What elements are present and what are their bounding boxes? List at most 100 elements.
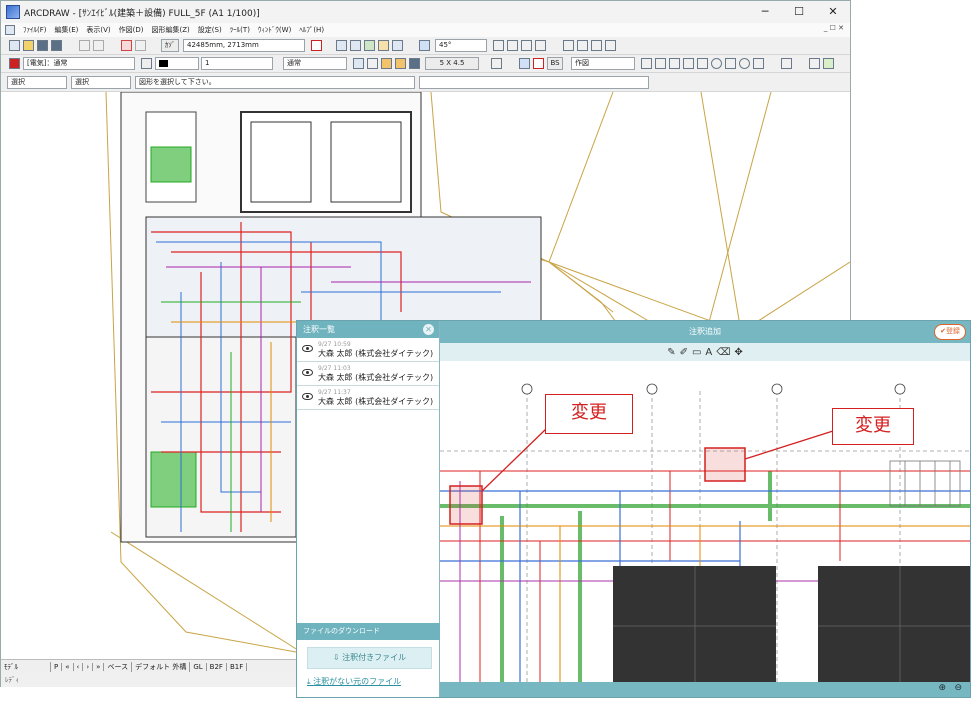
open-folder-icon[interactable] — [23, 40, 34, 51]
save-icon[interactable] — [37, 40, 48, 51]
layer-select[interactable]: [電気]：通常 — [23, 57, 135, 70]
text-style-icon[interactable] — [367, 58, 378, 69]
layout-icon[interactable] — [350, 40, 361, 51]
pencil-icon[interactable]: ✎ — [667, 347, 675, 358]
intersect-icon[interactable] — [493, 40, 504, 51]
eye-icon[interactable] — [302, 369, 313, 376]
annotation-list-item[interactable]: 9/27 10:59 大森 太郎 (株式会社ダイテック) — [297, 338, 439, 362]
bs-button[interactable]: BS — [547, 57, 563, 70]
rectangle-icon[interactable]: ▭ — [692, 347, 701, 358]
annotation-drawing-canvas[interactable]: 変更 変更 — [440, 361, 970, 682]
register-button[interactable]: ✔登録 — [934, 324, 966, 340]
menu-draw[interactable]: 作図(D) — [119, 25, 144, 35]
tab-nav-next[interactable]: › — [83, 662, 94, 671]
annotation-label-2[interactable]: 変更 — [832, 408, 914, 445]
mode-select[interactable]: 作図 — [571, 57, 635, 70]
angle-snap-icon[interactable] — [419, 40, 430, 51]
perpendicular-icon[interactable] — [507, 40, 518, 51]
doc-icon[interactable] — [5, 25, 15, 35]
maximize-button[interactable]: ☐ — [782, 1, 816, 23]
menu-shape-edit[interactable]: 図形編集(Z) — [152, 25, 190, 35]
redo-icon[interactable] — [93, 40, 104, 51]
move-icon[interactable]: ✥ — [734, 347, 742, 358]
insert-icon[interactable] — [519, 58, 530, 69]
zoom-in-icon[interactable]: ⊕ — [938, 683, 946, 693]
change-region-2[interactable] — [704, 447, 746, 482]
symbol-tool-icon[interactable] — [809, 58, 820, 69]
print-icon[interactable] — [491, 58, 502, 69]
delete-icon[interactable] — [533, 58, 544, 69]
close-icon[interactable]: ✕ — [423, 324, 434, 335]
menu-window[interactable]: ｳｨﾝﾄﾞｳ(W) — [258, 25, 291, 35]
angle-select[interactable]: 45° — [435, 39, 487, 52]
circle-icon[interactable] — [711, 58, 722, 69]
arc-tool-icon[interactable] — [725, 58, 736, 69]
dim4-icon[interactable] — [605, 40, 616, 51]
tab-nav-prev[interactable]: ‹ — [74, 662, 84, 671]
view-icon[interactable] — [392, 40, 403, 51]
layer-settings-icon[interactable] — [141, 58, 152, 69]
annotation-list-item[interactable]: 9/27 11:37 大森 太郎 (株式会社ダイテック) — [297, 386, 439, 410]
parts-icon[interactable] — [395, 58, 406, 69]
menu-help[interactable]: ﾍﾙﾌﾟ(H) — [299, 25, 324, 35]
perp-line-icon[interactable] — [655, 58, 666, 69]
grid-icon[interactable] — [336, 40, 347, 51]
coordinate-field[interactable]: 42485mm, 2713mm — [183, 39, 305, 52]
tab-nav-first[interactable]: « — [62, 662, 74, 671]
select-mode-2[interactable]: 選択 — [71, 76, 131, 89]
polyline-icon[interactable] — [669, 58, 680, 69]
zoom-out-icon[interactable]: ⊖ — [954, 683, 962, 693]
rectangle-tool-icon[interactable] — [683, 58, 694, 69]
tangent-icon[interactable] — [521, 40, 532, 51]
linewidth-select[interactable]: 1 — [201, 57, 273, 70]
close-button[interactable]: ✕ — [816, 1, 850, 23]
save-all-icon[interactable] — [51, 40, 62, 51]
command-input[interactable] — [419, 76, 649, 89]
layer-color-icon[interactable] — [9, 58, 20, 69]
cancel-coord-icon[interactable] — [311, 40, 322, 51]
mdi-controls[interactable]: _ ☐ ✕ — [824, 24, 844, 32]
dim2-icon[interactable] — [577, 40, 588, 51]
linetype-select[interactable]: 通常 — [283, 57, 347, 70]
new-file-icon[interactable] — [9, 40, 20, 51]
eye-icon[interactable] — [302, 393, 313, 400]
symbol-icon[interactable] — [381, 58, 392, 69]
menu-view[interactable]: 表示(V) — [86, 25, 110, 35]
snap-icon[interactable] — [121, 40, 132, 51]
annotation-list-item[interactable]: 9/27 11:03 大森 太郎 (株式会社ダイテック) — [297, 362, 439, 386]
frame-icon[interactable] — [378, 40, 389, 51]
eraser-icon[interactable]: ⌫ — [716, 347, 730, 358]
text-icon[interactable]: A — [705, 347, 712, 358]
eye-icon[interactable] — [302, 345, 313, 352]
annotation-label-1[interactable]: 変更 — [545, 394, 633, 434]
spiral-icon[interactable] — [753, 58, 764, 69]
pattern-icon[interactable] — [781, 58, 792, 69]
page-button[interactable]: P — [51, 662, 63, 671]
select-mode-1[interactable]: 選択 — [7, 76, 67, 89]
dim1-icon[interactable] — [563, 40, 574, 51]
download-annotated-button[interactable]: ⇩ 注釈付きファイル — [307, 647, 432, 669]
change-region-1[interactable] — [449, 485, 483, 525]
pen-icon[interactable] — [364, 40, 375, 51]
store-icon[interactable] — [409, 58, 420, 69]
tab-b2f[interactable]: B2F — [207, 662, 227, 671]
menu-edit[interactable]: 編集(E) — [55, 25, 79, 35]
table-icon[interactable] — [823, 58, 834, 69]
layer-combo[interactable]: ﾓﾃﾞﾙ — [1, 661, 51, 672]
tab-base[interactable]: ベース — [104, 661, 133, 672]
ellipse-icon[interactable] — [739, 58, 750, 69]
hatch-icon[interactable] — [353, 58, 364, 69]
line-icon[interactable] — [641, 58, 652, 69]
tab-default-exterior[interactable]: デフォルト 外構 — [132, 661, 191, 672]
tab-nav-last[interactable]: » — [93, 662, 105, 671]
scale-field[interactable]: 5 X 4.5 — [425, 57, 479, 70]
marker-icon[interactable]: ✐ — [680, 347, 688, 358]
snap2-icon[interactable] — [135, 40, 146, 51]
dim3-icon[interactable] — [591, 40, 602, 51]
menu-settings[interactable]: 設定(S) — [198, 25, 222, 35]
tab-gl[interactable]: GL — [190, 662, 207, 671]
menu-file[interactable]: ﾌｧｲﾙ(F) — [23, 25, 47, 35]
menu-tools[interactable]: ﾂｰﾙ(T) — [230, 25, 250, 35]
download-original-link[interactable]: ⤓ 注釈がない元のファイル — [307, 676, 401, 687]
undo-icon[interactable] — [79, 40, 90, 51]
